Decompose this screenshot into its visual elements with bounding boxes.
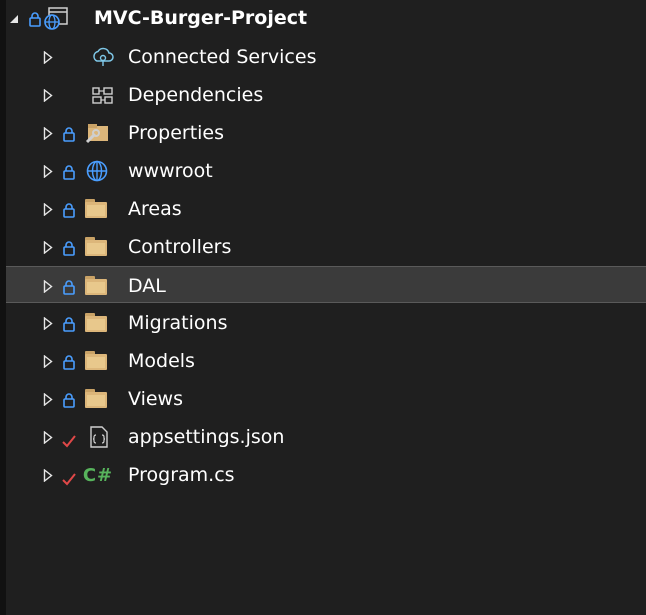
tree-item-label: Dependencies — [128, 84, 264, 106]
collapsed-triangle-icon[interactable] — [41, 125, 55, 141]
lock-icon — [62, 163, 76, 180]
json-file-icon — [86, 425, 112, 449]
folder-icon — [84, 311, 110, 335]
collapsed-triangle-icon[interactable] — [41, 49, 55, 65]
lock-icon — [62, 391, 76, 408]
tree-item-dependencies[interactable]: Dependencies — [6, 77, 646, 114]
lock-icon — [62, 278, 76, 295]
folder-icon — [84, 274, 110, 298]
web-project-icon — [43, 6, 69, 30]
csharp-file-icon: C# — [78, 463, 118, 487]
lock-icon — [62, 125, 76, 142]
csharp-icon-text: C# — [82, 464, 114, 486]
globe-icon — [84, 159, 110, 183]
tree-item-label: Controllers — [128, 236, 232, 258]
tree-item-label: Migrations — [128, 312, 228, 334]
tree-item-label: appsettings.json — [128, 426, 285, 448]
lock-icon — [62, 201, 76, 218]
folder-icon — [84, 387, 110, 411]
connected-services-icon — [90, 45, 116, 69]
lock-icon — [62, 315, 76, 332]
tree-item-properties[interactable]: Properties — [6, 115, 646, 152]
collapsed-triangle-icon[interactable] — [41, 87, 55, 103]
tree-item-views[interactable]: Views — [6, 381, 646, 418]
collapsed-triangle-icon[interactable] — [41, 163, 55, 179]
tree-item-label: DAL — [128, 275, 166, 297]
collapsed-triangle-icon[interactable] — [41, 429, 55, 445]
collapsed-triangle-icon[interactable] — [41, 315, 55, 331]
tree-item-wwwroot[interactable]: wwwroot — [6, 153, 646, 190]
tree-item-label: Properties — [128, 122, 225, 144]
tree-item-label: Connected Services — [128, 46, 317, 68]
collapsed-triangle-icon[interactable] — [41, 391, 55, 407]
lock-icon — [62, 353, 76, 370]
tree-item-controllers[interactable]: Controllers — [6, 229, 646, 266]
tree-item-label: Program.cs — [128, 464, 235, 486]
properties-folder-icon — [84, 121, 110, 145]
checkmark-icon — [61, 469, 77, 486]
checkmark-icon — [61, 431, 77, 448]
collapsed-triangle-icon[interactable] — [41, 201, 55, 217]
project-node[interactable]: MVC-Burger-Project — [6, 0, 646, 37]
tree-item-label: Areas — [128, 198, 182, 220]
tree-item-dal[interactable]: DAL — [6, 266, 646, 303]
tree-item-connected-services[interactable]: Connected Services — [6, 39, 646, 76]
folder-icon — [84, 349, 110, 373]
dependencies-icon — [90, 83, 116, 107]
tree-item-label: wwwroot — [128, 160, 213, 182]
folder-icon — [84, 197, 110, 221]
collapsed-triangle-icon[interactable] — [41, 353, 55, 369]
tree-item-label: Views — [128, 388, 183, 410]
lock-icon — [28, 10, 42, 27]
collapsed-triangle-icon[interactable] — [41, 239, 55, 255]
expanded-triangle-icon[interactable] — [7, 11, 21, 27]
tree-item-program-cs[interactable]: C# Program.cs — [6, 457, 646, 494]
collapsed-triangle-icon[interactable] — [41, 467, 55, 483]
folder-icon — [84, 235, 110, 259]
lock-icon — [62, 239, 76, 256]
tree-item-migrations[interactable]: Migrations — [6, 305, 646, 342]
tree-item-models[interactable]: Models — [6, 343, 646, 380]
solution-explorer-tree: MVC-Burger-Project Connected Services De… — [0, 0, 646, 615]
tree-item-appsettings[interactable]: appsettings.json — [6, 419, 646, 456]
tree-item-areas[interactable]: Areas — [6, 191, 646, 228]
tree-item-label: Models — [128, 350, 195, 372]
collapsed-triangle-icon[interactable] — [41, 278, 55, 294]
project-label: MVC-Burger-Project — [94, 7, 308, 29]
